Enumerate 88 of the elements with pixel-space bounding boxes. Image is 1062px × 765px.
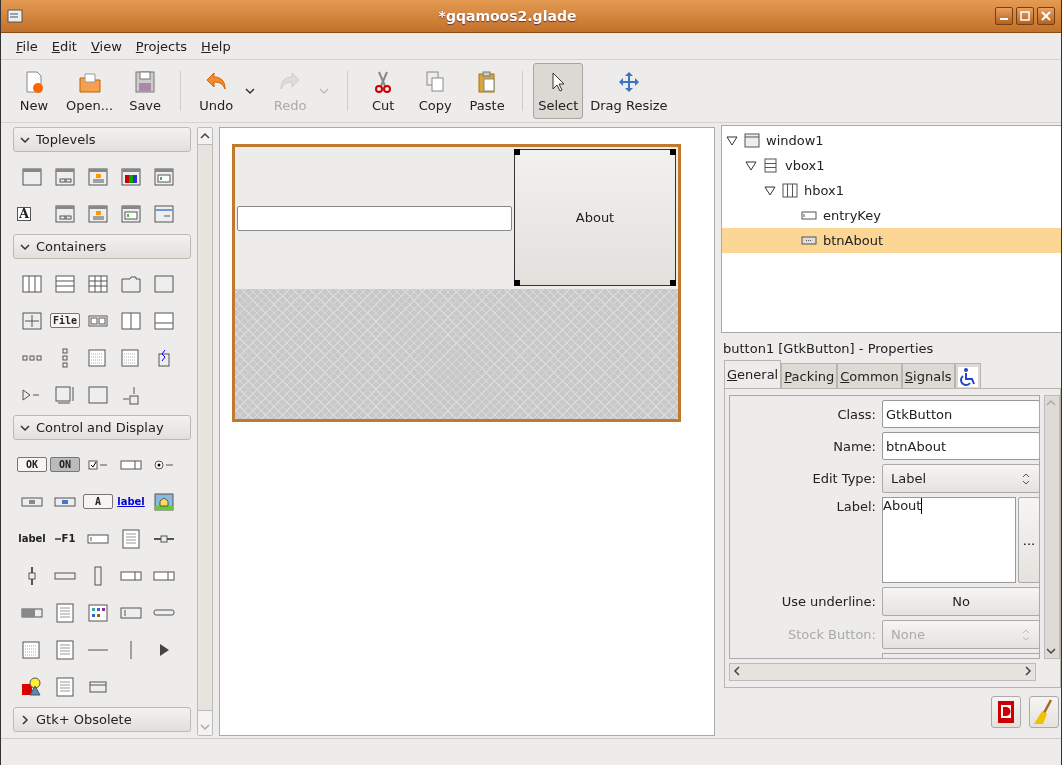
fontbutton-widget-tool[interactable]: A [83,494,113,509]
menu-item[interactable]: File [9,38,45,54]
link-widget-tool[interactable]: label [116,489,146,514]
okbutton-widget-tool[interactable]: OK [17,457,47,472]
text-field[interactable]: btnAbout [882,432,1039,460]
property-label: Edit Type: [811,471,876,486]
book-icon [996,700,1016,724]
property-label: Use underline: [780,594,876,609]
menu-item[interactable]: View [83,38,129,54]
tree-row[interactable]: btnAbout [722,228,1061,253]
tree-row[interactable]: vbox1 [722,153,1061,178]
maximize-icon [1017,8,1033,24]
accel-widget-tool[interactable]: F1 [50,526,80,551]
paste-button[interactable]: Paste [462,63,513,119]
clear-button[interactable] [1029,696,1059,728]
menu-item[interactable]: Edit [44,38,84,54]
tab[interactable]: Common [837,363,902,388]
tree-label: btnAbout [823,233,884,248]
window-preview[interactable]: About [232,144,681,422]
tab[interactable] [954,363,981,388]
label-widget-tool[interactable]: label [17,526,47,551]
vbox-icon [763,158,779,173]
expander-icon[interactable] [745,159,757,172]
new-button[interactable]: New [9,63,59,119]
edit-button[interactable]: ... [1018,497,1039,583]
tree-label: window1 [766,133,824,148]
tab[interactable]: Signals [901,363,955,388]
entry-preview[interactable] [237,205,512,231]
save-button[interactable]: Save [120,63,171,119]
chevron-icon [20,134,30,145]
menu-item[interactable]: Help [194,38,238,54]
cut-button[interactable]: Cut [358,63,409,119]
entry-icon [801,208,817,223]
menubar-widget-tool[interactable]: File [50,313,80,328]
chevron-icon [20,422,30,433]
docs-button[interactable] [991,696,1021,728]
button-icon [801,233,817,248]
tree-label: hbox1 [804,183,844,198]
text-area[interactable]: About [882,497,1016,583]
tree-row[interactable]: hbox1 [722,178,1061,203]
open-button[interactable]: Open... [61,63,119,119]
scrollbar[interactable] [1044,395,1060,659]
window-icon [744,133,760,148]
property-label: Class: [836,406,876,422]
toggle-button[interactable]: No [882,587,1039,616]
property-label: Stock Button: [786,627,876,642]
tree-row[interactable]: entryKey [722,203,1061,228]
palette-group-header[interactable]: Gtk+ Obsolete [13,707,191,732]
window-title: *gqamoos2.glade [437,8,578,24]
tree-label: vbox1 [785,158,825,173]
expander-icon[interactable] [764,184,776,197]
text-field[interactable]: GtkButton [882,400,1039,428]
button-preview[interactable]: About [514,149,676,286]
tab[interactable]: General [724,360,782,388]
palette-group-header[interactable]: Containers [13,234,191,259]
undo-button[interactable]: Undo [191,63,242,119]
chevron-icon [20,714,30,725]
tree-label: entryKey [823,208,881,223]
hbox-icon [782,183,798,198]
togglebutton-widget-tool[interactable]: ON [50,457,80,472]
chevron-icon [20,241,30,252]
scrollbar[interactable] [197,127,213,736]
maximize-button[interactable] [1016,7,1034,25]
minimize-button[interactable] [995,7,1013,25]
scroll-up-icon[interactable] [200,132,210,140]
property-label: Label: [835,498,876,514]
tab[interactable]: Packing [781,363,838,388]
copy-button[interactable]: Copy [410,63,461,119]
close-button[interactable] [1037,7,1055,25]
minimize-icon [999,16,1009,21]
spinner-arrows-icon [1021,471,1031,486]
menu-item[interactable]: Projects [128,38,195,54]
tree-row[interactable]: window1 [722,128,1061,153]
app-icon [7,8,23,24]
property-label: Name: [832,438,876,454]
expander-icon[interactable] [726,134,738,147]
palette-group-header[interactable]: Toplevels [13,127,191,152]
fontdlg-widget-tool[interactable]: A [17,206,31,221]
palette-group-header[interactable]: Control and Display [13,415,191,440]
dash-icon [54,536,62,541]
select-button[interactable]: Select [533,63,584,119]
move-button[interactable]: Drag Resize [585,63,673,119]
horizontal-scrollbar[interactable] [729,663,1036,681]
properties-title: button1 [GtkButton] - Properties [722,340,935,358]
broom-icon [1033,699,1055,725]
accessibility-icon [957,367,978,387]
spinner-arrows-icon [1021,627,1031,642]
dropdown[interactable]: Label [882,464,1039,493]
